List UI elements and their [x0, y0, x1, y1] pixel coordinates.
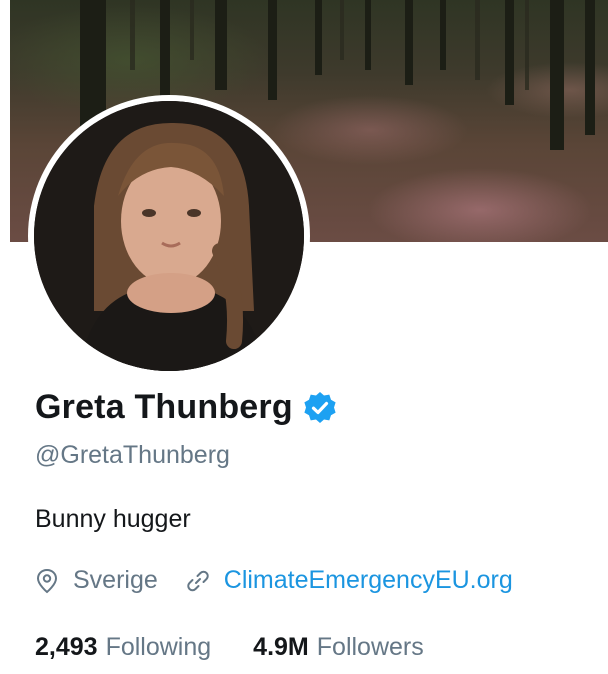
avatar-portrait-image — [34, 101, 304, 371]
verified-badge-icon — [304, 391, 336, 423]
profile-meta: Sverige ClimateEmergencyEU.org — [33, 566, 513, 595]
profile-bio: Bunny hugger — [35, 505, 191, 533]
link-icon — [187, 570, 209, 591]
followers-stat[interactable]: 4.9M Followers — [253, 633, 424, 662]
followers-label: Followers — [316, 633, 424, 661]
following-count: 2,493 — [35, 633, 98, 661]
website-link[interactable]: ClimateEmergencyEU.org — [224, 566, 513, 595]
location: Sverige — [33, 566, 158, 595]
profile-handle: @GretaThunberg — [35, 441, 230, 469]
location-text: Sverige — [73, 566, 158, 594]
following-label: Following — [105, 633, 212, 661]
following-stat[interactable]: 2,493 Following — [35, 633, 211, 662]
profile-stats: 2,493 Following 4.9M Followers — [35, 633, 424, 662]
location-pin-icon — [36, 568, 58, 593]
website[interactable]: ClimateEmergencyEU.org — [184, 566, 513, 595]
followers-count: 4.9M — [253, 633, 309, 661]
profile-name: Greta Thunberg — [35, 388, 293, 426]
avatar[interactable] — [34, 101, 304, 371]
profile-name-row: Greta Thunberg — [35, 388, 338, 427]
